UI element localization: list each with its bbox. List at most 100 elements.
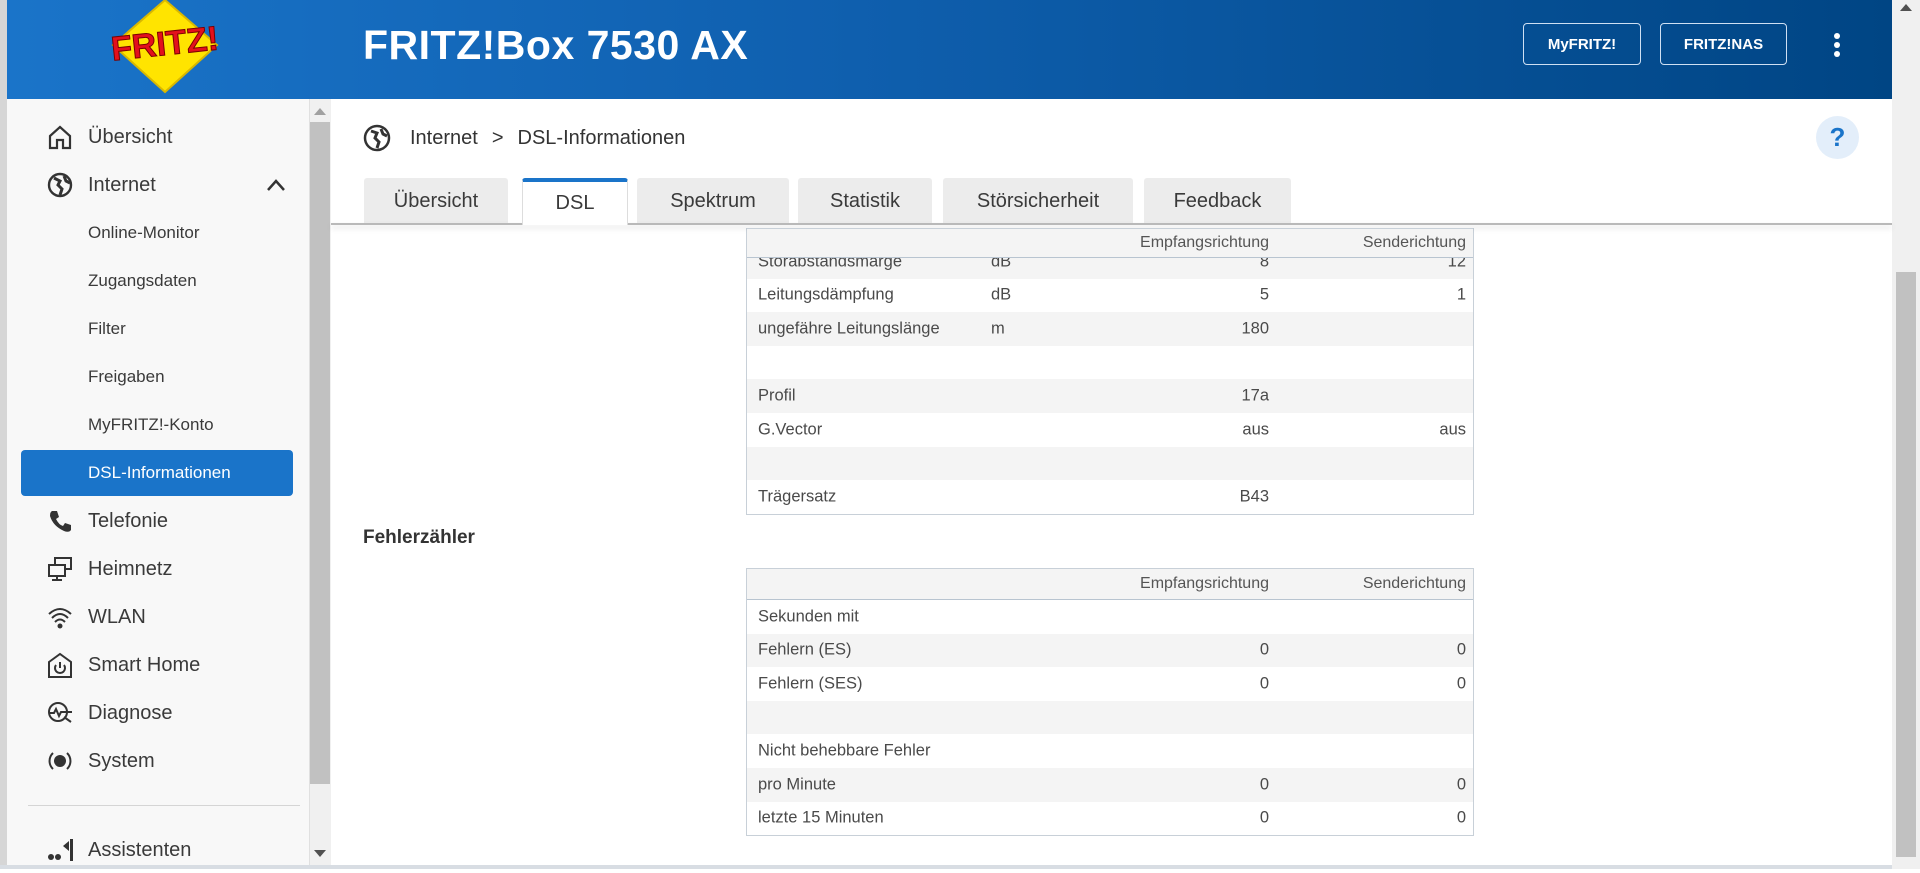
sidebar-item-heimnetz[interactable]: Heimnetz bbox=[21, 546, 293, 592]
sidebar-item-internet[interactable]: Internet bbox=[21, 162, 293, 208]
sidebar-item-filter[interactable]: Filter bbox=[21, 306, 293, 352]
table-row: Sekunden mit bbox=[747, 600, 1473, 634]
table-cell: 5 bbox=[1259, 285, 1269, 304]
table-row: letzte 15 Minuten 0 0 bbox=[747, 802, 1473, 836]
table-cell: 0 bbox=[1259, 640, 1269, 659]
table-cell: pro Minute bbox=[758, 775, 836, 794]
help-button[interactable]: ? bbox=[1816, 116, 1859, 159]
page-scroll-up-icon[interactable] bbox=[1900, 4, 1912, 11]
network-icon bbox=[46, 555, 74, 583]
sidebar-item-wlan[interactable]: WLAN bbox=[21, 594, 293, 640]
page-scrollbar-thumb[interactable] bbox=[1896, 272, 1916, 857]
table-cell: letzte 15 Minuten bbox=[758, 808, 884, 827]
device-title: FRITZ!Box 7530 AX bbox=[363, 22, 749, 68]
tab-uebersicht[interactable]: Übersicht bbox=[364, 178, 508, 224]
fritz-logo[interactable]: FRITZ! bbox=[95, 0, 235, 95]
table-cell: Leitungsdämpfung bbox=[758, 285, 894, 304]
breadcrumb-separator: > bbox=[491, 126, 504, 149]
table-row: pro Minute 0 0 bbox=[747, 767, 1473, 802]
column-header: Empfangsrichtung bbox=[1140, 234, 1269, 251]
table-row bbox=[747, 346, 1473, 380]
table-header: Empfangsrichtung Senderichtung bbox=[747, 228, 1473, 258]
table-cell: Fehlern (SES) bbox=[758, 674, 863, 693]
sidebar-item--bersicht[interactable]: Übersicht bbox=[21, 114, 293, 160]
tab-statistik[interactable]: Statistik bbox=[798, 178, 932, 224]
sidebar-divider bbox=[28, 805, 300, 806]
column-header: Senderichtung bbox=[1362, 575, 1466, 592]
table-cell: Nicht behebbare Fehler bbox=[758, 741, 931, 760]
table-row: G.Vector aus aus bbox=[747, 413, 1473, 447]
breadcrumb: Internet > DSL-Informationen bbox=[363, 122, 685, 154]
table-cell: 0 bbox=[1456, 674, 1466, 693]
fritznas-button[interactable]: FRITZ!NAS bbox=[1660, 23, 1787, 65]
dsl-info-table: Empfangsrichtung Senderichtung Störabstand… bbox=[746, 228, 1474, 515]
breadcrumb-current: DSL-Informationen bbox=[517, 126, 686, 149]
table-cell: m bbox=[991, 319, 1005, 338]
breadcrumb-internet[interactable]: Internet bbox=[410, 127, 478, 150]
table-row bbox=[747, 446, 1473, 481]
scroll-down-arrow-icon[interactable] bbox=[314, 850, 326, 857]
sidebar-item-freigaben[interactable]: Freigaben bbox=[21, 354, 293, 400]
table-cell: dB bbox=[991, 285, 1012, 304]
window-border bbox=[0, 0, 7, 869]
home-icon bbox=[46, 123, 74, 151]
sidebar-item-diagnose[interactable]: Diagnose bbox=[21, 690, 293, 736]
table-row: Profil 17a bbox=[747, 379, 1473, 413]
diagnose-icon bbox=[46, 699, 74, 727]
table-cell: 0 bbox=[1456, 808, 1466, 827]
sidebar-item-label: System bbox=[88, 749, 155, 772]
sidebar-item-label: Übersicht bbox=[88, 125, 173, 148]
table-cell: G.Vector bbox=[758, 420, 823, 439]
table-cell: 1 bbox=[1456, 285, 1466, 304]
scroll-up-arrow-icon[interactable] bbox=[314, 108, 326, 115]
table-row: Leitungsdämpfung dB 5 1 bbox=[747, 279, 1473, 313]
system-icon bbox=[46, 747, 74, 775]
table-header: Empfangsrichtung Senderichtung bbox=[747, 568, 1473, 600]
sidebar-item-system[interactable]: System bbox=[21, 738, 293, 784]
sidebar-item-label: Online-Monitor bbox=[88, 223, 200, 242]
sidebar-item-dsl-informationen[interactable]: DSL-Informationen bbox=[21, 450, 293, 496]
window-bottom-border bbox=[0, 865, 1892, 869]
table-row: Fehlern (ES) 0 0 bbox=[747, 633, 1473, 668]
table-cell: Sekunden mit bbox=[758, 607, 859, 626]
tab-dsl[interactable]: DSL bbox=[522, 178, 628, 225]
table-body: Störabstandsmarge dB 8 12 Leitungsdämpfung dB… bbox=[747, 245, 1473, 514]
wifi-icon bbox=[46, 603, 74, 631]
sidebar-item-label: Smart Home bbox=[88, 653, 201, 676]
globe-icon bbox=[46, 171, 74, 199]
table-cell: 17a bbox=[1241, 386, 1269, 405]
sidebar-item-label: Diagnose bbox=[88, 701, 173, 724]
table-cell: ungefähre Leitungslänge bbox=[758, 319, 940, 338]
table-row: Trägersatz B43 bbox=[747, 480, 1473, 514]
section-heading-fehlerzaehler: Fehlerzähler bbox=[363, 527, 475, 548]
sidebar-item-label: Filter bbox=[88, 319, 126, 338]
tab-feedback[interactable]: Feedback bbox=[1144, 178, 1291, 224]
sidebar-item-label: MyFRITZ!-Konto bbox=[88, 415, 214, 434]
tab-stoersicherheit[interactable]: Störsicherheit bbox=[943, 178, 1133, 224]
table-cell: Fehlern (ES) bbox=[758, 640, 852, 659]
sidebar-item-label: DSL-Informationen bbox=[88, 463, 231, 482]
table-row: ungefähre Leitungslänge m 180 bbox=[747, 312, 1473, 346]
table-row: Fehlern (SES) 0 0 bbox=[747, 667, 1473, 701]
sidebar-item-online-monitor[interactable]: Online-Monitor bbox=[21, 210, 293, 256]
tab-spektrum[interactable]: Spektrum bbox=[637, 178, 789, 224]
table-cell: Trägersatz bbox=[758, 487, 837, 506]
sidebar-item-zugangsdaten[interactable]: Zugangsdaten bbox=[21, 258, 293, 304]
sidebar-item-label: Telefonie bbox=[88, 509, 169, 532]
table-cell: 0 bbox=[1259, 775, 1269, 794]
sidebar-scrollbar-thumb[interactable] bbox=[310, 122, 330, 784]
column-header: Senderichtung bbox=[1362, 234, 1466, 251]
table-cell: B43 bbox=[1239, 487, 1269, 506]
sidebar-item-label: Heimnetz bbox=[88, 557, 173, 580]
myfritz-button[interactable]: MyFRITZ! bbox=[1523, 23, 1641, 65]
sidebar-item-smart-home[interactable]: Smart Home bbox=[21, 642, 293, 688]
chevron-up-icon[interactable] bbox=[266, 172, 286, 198]
kebab-menu-icon[interactable] bbox=[1827, 30, 1847, 60]
table-row bbox=[747, 700, 1473, 735]
sidebar-item-telefonie[interactable]: Telefonie bbox=[21, 498, 293, 544]
phone-icon bbox=[46, 507, 74, 535]
sidebar-item-myfritz-konto[interactable]: MyFRITZ!-Konto bbox=[21, 402, 293, 448]
sidebar-item-label: Internet bbox=[88, 173, 156, 196]
table-body: Sekunden mit Fehlern (ES) 0 0 Fehlern (SES) 0… bbox=[747, 600, 1473, 835]
table-cell: 0 bbox=[1259, 808, 1269, 827]
